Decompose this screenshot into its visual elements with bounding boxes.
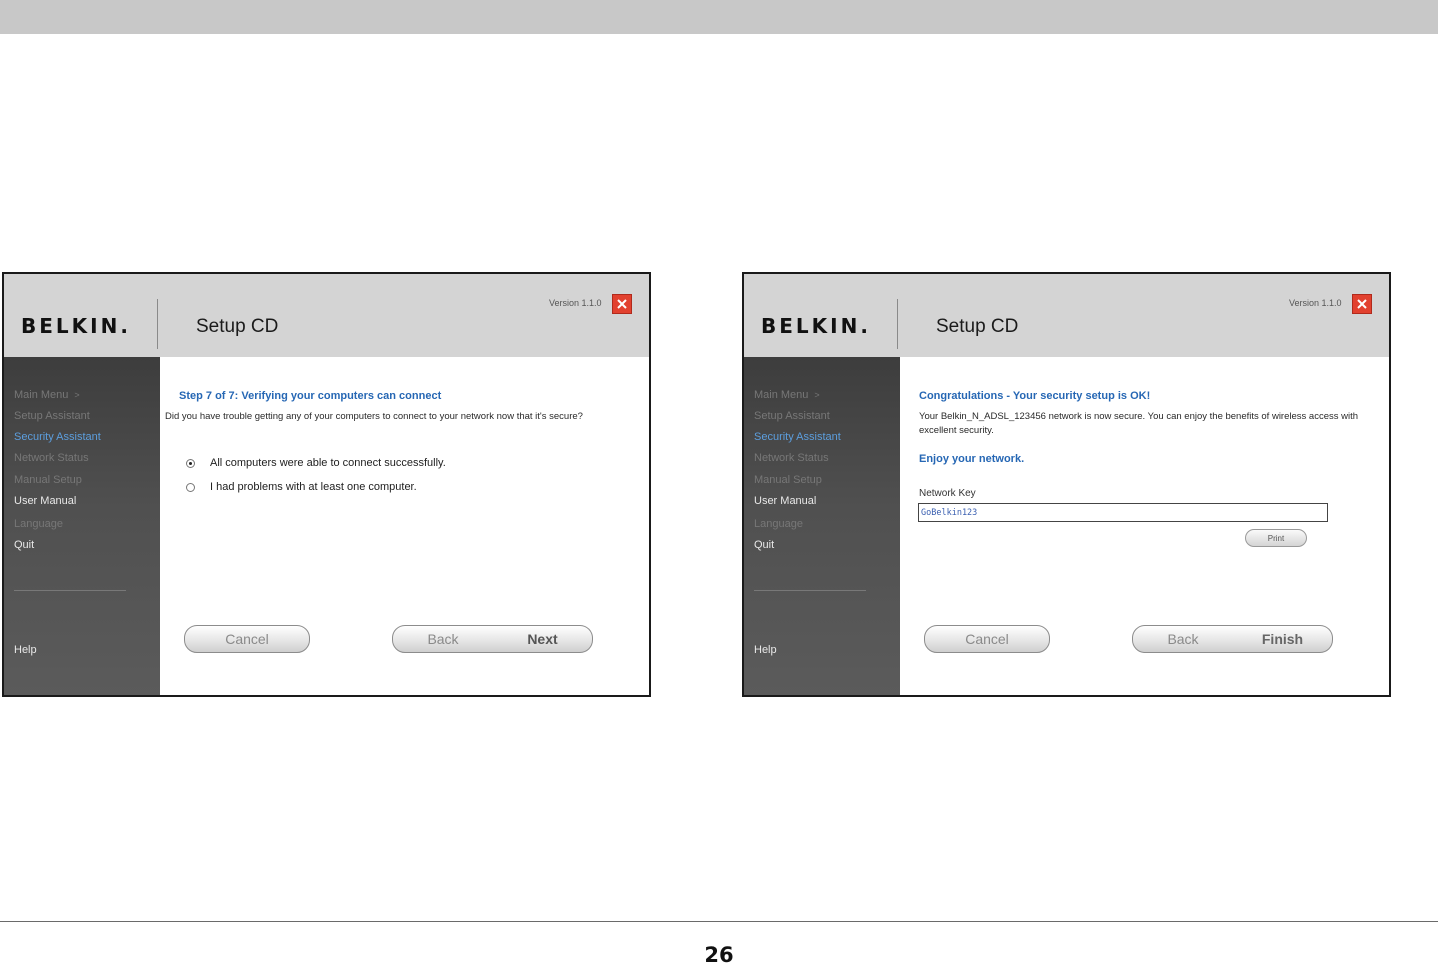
app-title: Setup CD	[196, 316, 279, 337]
version-label: Version 1.1.0	[549, 298, 602, 308]
step-heading: Step 7 of 7: Verifying your computers ca…	[179, 390, 442, 402]
close-icon	[1357, 299, 1367, 309]
sidebar-nav: Main Menu > Setup Assistant Security Assi…	[4, 357, 160, 695]
next-button[interactable]: Next	[493, 625, 593, 653]
success-heading: Congratulations - Your security setup is…	[919, 390, 1151, 402]
sidebar-item-help[interactable]: Help	[14, 644, 37, 656]
sidebar-item-language[interactable]: Language	[14, 518, 63, 530]
back-button[interactable]: Back	[1132, 625, 1234, 653]
sidebar-item-label: Main Menu	[754, 389, 809, 401]
enjoy-network-text: Enjoy your network.	[919, 453, 1025, 465]
sidebar-item-network-status[interactable]: Network Status	[754, 452, 829, 464]
window-header: BELKIN. Setup CD Version 1.1.0	[4, 274, 649, 357]
content-panel: Step 7 of 7: Verifying your computers ca…	[160, 357, 649, 695]
back-button[interactable]: Back	[392, 625, 494, 653]
radio-button[interactable]	[186, 482, 195, 492]
sidebar-item-main-menu[interactable]: Main Menu >	[14, 389, 80, 401]
window-header: BELKIN. Setup CD Version 1.1.0	[744, 274, 1389, 357]
sidebar-divider	[14, 590, 126, 591]
option-label: All computers were able to connect succe…	[210, 457, 446, 469]
sidebar-item-language[interactable]: Language	[754, 518, 803, 530]
finish-button[interactable]: Finish	[1233, 625, 1333, 653]
option-all-connected[interactable]: All computers were able to connect succe…	[186, 457, 446, 469]
sidebar-item-user-manual[interactable]: User Manual	[754, 495, 816, 507]
close-icon	[617, 299, 627, 309]
sidebar-item-quit[interactable]: Quit	[754, 539, 774, 551]
sidebar-item-security-assistant[interactable]: Security Assistant	[14, 431, 101, 443]
sidebar-item-quit[interactable]: Quit	[14, 539, 34, 551]
success-message: Your Belkin_N_ADSL_123456 network is now…	[919, 411, 1359, 436]
chevron-right-icon: >	[74, 390, 80, 400]
sidebar-item-setup-assistant[interactable]: Setup Assistant	[14, 410, 90, 422]
sidebar-item-manual-setup[interactable]: Manual Setup	[754, 474, 822, 486]
sidebar-divider	[754, 590, 866, 591]
version-label: Version 1.1.0	[1289, 298, 1342, 308]
setup-window-step-7: BELKIN. Setup CD Version 1.1.0 Main Menu…	[2, 272, 651, 697]
network-key-field[interactable]	[918, 503, 1328, 522]
radio-button-checked[interactable]	[186, 458, 195, 468]
cancel-button[interactable]: Cancel	[184, 625, 310, 653]
network-key-label: Network Key	[919, 488, 976, 499]
step-question: Did you have trouble getting any of your…	[165, 411, 583, 422]
sidebar-item-label: Main Menu	[14, 389, 69, 401]
close-button[interactable]	[612, 294, 632, 314]
app-title: Setup CD	[936, 316, 1019, 337]
sidebar-item-network-status[interactable]: Network Status	[14, 452, 89, 464]
sidebar-item-user-manual[interactable]: User Manual	[14, 495, 76, 507]
chevron-right-icon: >	[814, 390, 820, 400]
content-panel: Congratulations - Your security setup is…	[900, 357, 1389, 695]
header-divider	[157, 299, 158, 349]
sidebar-item-help[interactable]: Help	[754, 644, 777, 656]
option-had-problems[interactable]: I had problems with at least one compute…	[186, 481, 417, 493]
option-label: I had problems with at least one compute…	[210, 481, 417, 493]
print-button[interactable]: Print	[1245, 529, 1307, 547]
sidebar-item-security-assistant[interactable]: Security Assistant	[754, 431, 841, 443]
footer-rule	[0, 921, 1438, 922]
cancel-button[interactable]: Cancel	[924, 625, 1050, 653]
top-gray-bar	[0, 0, 1438, 34]
header-divider	[897, 299, 898, 349]
belkin-logo: BELKIN.	[21, 314, 131, 338]
close-button[interactable]	[1352, 294, 1372, 314]
sidebar-nav: Main Menu > Setup Assistant Security Assi…	[744, 357, 900, 695]
belkin-logo: BELKIN.	[761, 314, 871, 338]
page-number: 26	[704, 943, 734, 967]
sidebar-item-manual-setup[interactable]: Manual Setup	[14, 474, 82, 486]
setup-window-complete: BELKIN. Setup CD Version 1.1.0 Main Menu…	[742, 272, 1391, 697]
sidebar-item-main-menu[interactable]: Main Menu >	[754, 389, 820, 401]
sidebar-item-setup-assistant[interactable]: Setup Assistant	[754, 410, 830, 422]
